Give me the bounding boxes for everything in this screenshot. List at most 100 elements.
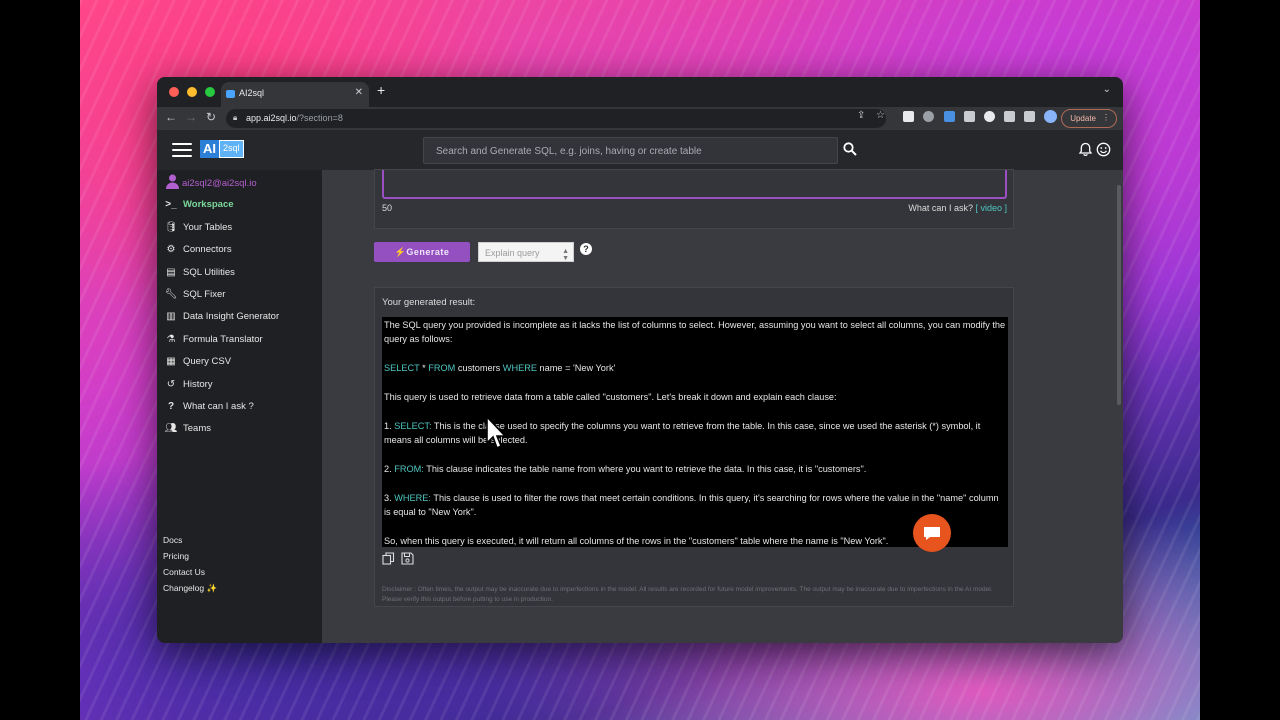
logo-sql-text: 2sql xyxy=(219,140,244,158)
list-number: 2. xyxy=(384,464,395,474)
wrench-icon: 🔧︎ xyxy=(164,288,178,300)
result-list-item: 2. FROM: This clause indicates the table… xyxy=(384,462,1006,476)
sidebar-item-history[interactable]: ↺ History xyxy=(164,376,213,392)
bell-icon[interactable] xyxy=(1078,142,1093,157)
list-text: This is the clause used to specify the c… xyxy=(384,420,981,446)
sidebar-item-label: Data Insight Generator xyxy=(183,310,280,322)
bookmark-star-icon[interactable]: ☆ xyxy=(876,110,885,121)
sidebar-item-your-tables[interactable]: 🛢︎ Your Tables xyxy=(164,219,232,235)
csv-icon: ▦ xyxy=(166,355,176,367)
list-text: This clause is used to filter the rows t… xyxy=(384,492,999,518)
what-can-i-ask-link[interactable]: What can I ask? [ video ] xyxy=(908,203,1007,213)
sql-text: customers xyxy=(455,363,503,374)
flask-icon: ⚗ xyxy=(166,333,176,345)
search-icon[interactable] xyxy=(843,142,857,156)
tab-title: AI2sql xyxy=(239,88,265,98)
result-list-item: 1. SELECT: This is the clause used to sp… xyxy=(384,419,1006,448)
puzzle-icon[interactable] xyxy=(1004,111,1015,122)
footer-link-docs[interactable]: Docs xyxy=(163,535,182,545)
file-icon: ▤ xyxy=(166,266,176,278)
sidebar-item-label: Workspace xyxy=(183,198,234,210)
generate-button[interactable]: ⚡Generate xyxy=(374,242,470,262)
query-textarea[interactable] xyxy=(382,170,1007,199)
gear-icon: ⚙ xyxy=(166,243,176,255)
extension-icon[interactable] xyxy=(903,111,914,122)
save-icon[interactable] xyxy=(401,552,414,565)
footer-link-changelog[interactable]: Changelog ✨ xyxy=(163,583,217,594)
result-title: Your generated result: xyxy=(382,297,476,308)
chat-widget-button[interactable] xyxy=(913,514,951,552)
sidebar-item-connectors[interactable]: ⚙ Connectors xyxy=(164,241,232,257)
sidebar-item-label: What can I ask ? xyxy=(183,400,254,412)
list-text: This clause indicates the table name fro… xyxy=(423,464,867,474)
forward-icon[interactable]: → xyxy=(185,110,197,124)
database-icon: 🛢︎ xyxy=(164,221,178,233)
user-email: ai2sql2@ai2sql.io xyxy=(182,178,257,189)
mouse-cursor-icon xyxy=(486,415,507,450)
search-input[interactable]: Search and Generate SQL, e.g. joins, hav… xyxy=(423,137,838,164)
video-link[interactable]: [ video ] xyxy=(975,203,1007,213)
maximize-window-button[interactable] xyxy=(205,87,215,97)
back-icon[interactable]: ← xyxy=(165,110,177,124)
hamburger-menu-icon[interactable] xyxy=(172,143,192,157)
list-number: 3. xyxy=(384,492,395,503)
sidebar-item-label: Connectors xyxy=(183,243,232,255)
reload-icon[interactable]: ↻ xyxy=(206,110,216,124)
sidebar-item-workspace[interactable]: >_ Workspace xyxy=(164,196,234,212)
app-header: AI 2sql Search and Generate SQL, e.g. jo… xyxy=(157,130,1123,170)
user-icon xyxy=(166,174,179,189)
help-icon[interactable]: ? xyxy=(580,243,592,255)
logo-ai-text: AI xyxy=(200,140,219,158)
main-content: 50 What can I ask? [ video ] ⚡Generate E… xyxy=(322,169,1123,643)
lock-icon: 🔒︎ xyxy=(233,113,238,122)
smile-icon[interactable] xyxy=(1096,142,1111,157)
sidebar-item-label: SQL Fixer xyxy=(183,288,226,300)
sql-keyword: FROM xyxy=(428,363,456,374)
minimize-window-button[interactable] xyxy=(187,87,197,97)
chat-icon xyxy=(924,527,940,540)
mode-select[interactable]: Explain query ▲ ▼ xyxy=(478,242,574,262)
query-editor-panel: 50 What can I ask? [ video ] xyxy=(374,169,1014,229)
sidebar-item-data-insight-generator[interactable]: ▥ Data Insight Generator xyxy=(164,308,279,324)
url-host: app.ai2sql.io xyxy=(246,113,297,123)
question-icon: ? xyxy=(167,400,175,412)
close-tab-icon[interactable]: ✕ xyxy=(355,87,363,98)
page-scrollbar[interactable] xyxy=(1117,185,1121,405)
result-actions xyxy=(382,552,414,565)
share-icon[interactable]: ⇪ xyxy=(857,110,865,121)
browser-tab[interactable]: AI2sql ✕ xyxy=(221,82,369,107)
result-paragraph: This query is used to retrieve data from… xyxy=(384,392,837,402)
new-tab-icon[interactable]: + xyxy=(377,82,385,98)
footer-link-contact-us[interactable]: Contact Us xyxy=(163,567,205,577)
sql-keyword: SELECT: xyxy=(394,420,432,431)
disclaimer-text: Disclaimer : Often times, the output may… xyxy=(382,586,993,603)
footer-link-pricing[interactable]: Pricing xyxy=(163,551,189,561)
sidebar-item-label: History xyxy=(183,378,213,390)
sidebar-item-query-csv[interactable]: ▦ Query CSV xyxy=(164,353,231,369)
address-bar: ← → ↻ 🔒︎ app.ai2sql.io/?section=8 ⇪ ☆ Up… xyxy=(157,107,1123,130)
sidebar-item-sql-utilities[interactable]: ▤ SQL Utilities xyxy=(164,264,235,280)
sql-text: * xyxy=(419,363,429,374)
sidebar-item-label: Teams xyxy=(183,422,211,434)
extension-icon[interactable] xyxy=(923,111,934,122)
sidebar-toggle-icon[interactable] xyxy=(1024,111,1035,122)
ai2sql-logo[interactable]: AI 2sql xyxy=(200,140,244,158)
sidebar-item-label: Query CSV xyxy=(183,355,232,367)
extension-icon[interactable] xyxy=(964,111,975,122)
sidebar-item-formula-translator[interactable]: ⚗ Formula Translator xyxy=(164,331,263,347)
url-field[interactable]: 🔒︎ app.ai2sql.io/?section=8 xyxy=(226,109,886,128)
sql-keyword: WHERE: xyxy=(394,492,431,503)
profile-avatar[interactable] xyxy=(1044,110,1057,123)
sidebar-item-what-can-i-ask[interactable]: ? What can I ask ? xyxy=(164,398,254,414)
extension-icon[interactable] xyxy=(944,111,955,122)
tab-menu-icon[interactable]: ⌄ xyxy=(1103,84,1111,95)
update-button[interactable]: Update ⋮ xyxy=(1061,109,1117,128)
user-account[interactable]: ai2sql2@ai2sql.io xyxy=(166,174,257,189)
extension-icon[interactable] xyxy=(984,111,995,122)
sidebar-item-teams[interactable]: 👥︎ Teams xyxy=(164,420,211,436)
copy-icon[interactable] xyxy=(382,552,395,565)
sidebar-item-sql-fixer[interactable]: 🔧︎ SQL Fixer xyxy=(164,286,226,302)
close-window-button[interactable] xyxy=(169,87,179,97)
users-icon: 👥︎ xyxy=(164,422,178,434)
history-icon: ↺ xyxy=(166,378,176,390)
